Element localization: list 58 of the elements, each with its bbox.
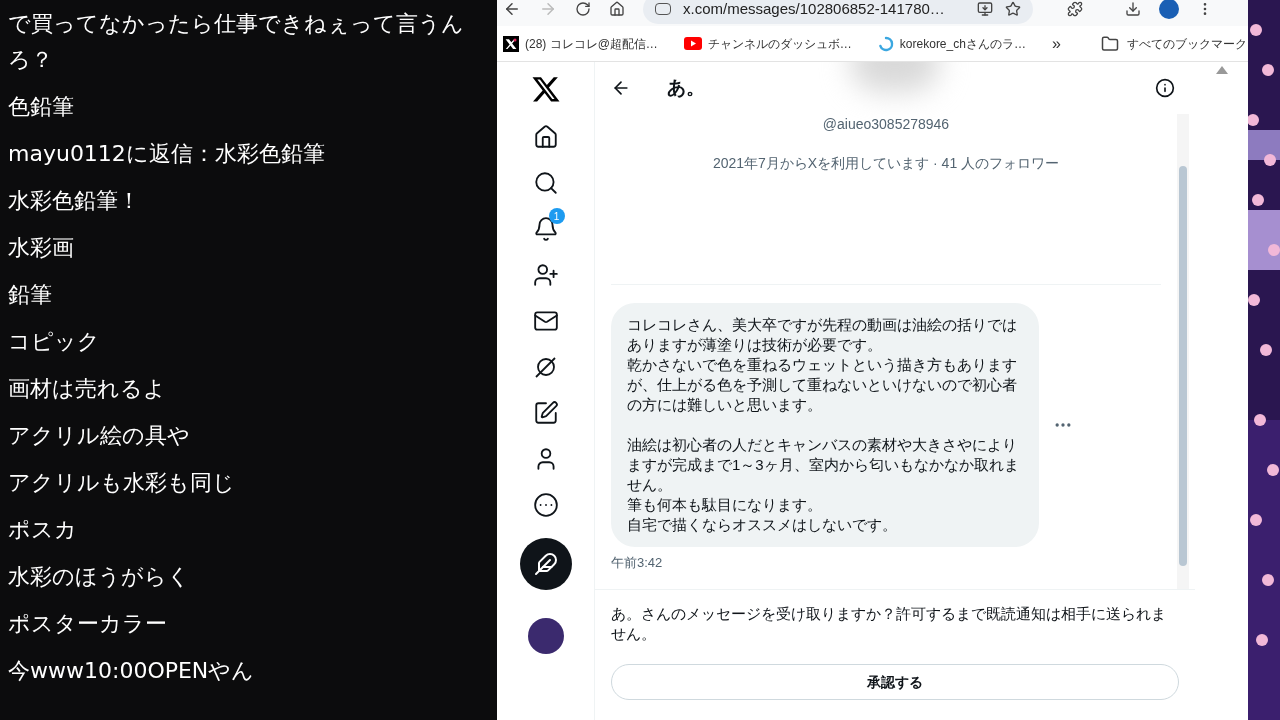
chat-comment: 画材は売れるよ [8,375,167,403]
feather-icon [533,552,558,576]
x-logo-icon [530,74,561,104]
chat-comment: で買ってなかったら仕事できねぇって言うん [8,10,465,38]
more-bookmarks-button[interactable]: » [1047,31,1065,56]
mail-icon[interactable] [532,308,559,334]
address-bar[interactable]: x.com/messages/102806852-141780… [643,0,1033,24]
extensions-icon[interactable] [1067,1,1083,17]
play-logo-icon [683,37,702,50]
install-icon[interactable] [977,1,993,17]
chat-comment: ろ？ [8,46,54,74]
conversation-title: あ。 [667,75,705,100]
chat-comment: 今www10:00OPENやん [8,657,256,685]
profile-summary: 2021年7月からXを利用しています · 41 人のフォロワー [711,154,1061,173]
chat-comment: 水彩色鉛筆！ [8,187,141,215]
chat-comment: コピック [8,328,101,356]
note-pen-icon[interactable] [532,400,559,426]
chat-comment: 色鉛筆 [8,93,75,121]
bookmark-link[interactable]: チャンネルのダッシュボ… [679,34,856,53]
folder-icon [1100,34,1119,53]
home-icon[interactable] [532,124,559,150]
chat-comment: mayu0112に返信：水彩色鉛筆 [8,140,326,168]
back-icon[interactable] [503,0,521,18]
message-text: 自宅で描くならオススメはしないです。 [627,515,898,535]
scroll-up-icon[interactable] [1215,66,1228,74]
chat-comment: 水彩のほうがらく [8,563,191,591]
ring-logo-icon [877,35,894,52]
home-icon[interactable] [609,1,625,17]
bookmark-link[interactable]: (28) コレコレ@超配信… [499,34,662,53]
profile-avatar[interactable] [1159,0,1179,19]
site-info-icon[interactable] [655,3,671,15]
compose-button[interactable] [519,538,572,590]
message-request-text: あ。さんのメッセージを受け取りますか？許可するまで既読通知は相手に送られません。 [611,604,1167,644]
message-text: コレコレさん、美大卒ですが先程の動画は油絵の括りではありますが薄塗りは技術が必要です。 [627,315,1018,355]
bookmark-link[interactable]: korekore_chさんのラ… [873,34,1030,53]
info-icon[interactable] [1155,78,1175,98]
chat-comment: ポスターカラー [8,610,168,638]
message-time: 午前3:42 [611,554,664,572]
chat-comment: アクリルも水彩も同じ [8,469,236,497]
message-text: 筆も何本も駄目になります。 [627,495,823,515]
x-logo-icon [503,35,519,52]
notification-badge: 1 [548,208,565,224]
star-icon[interactable] [1005,1,1021,17]
search-icon[interactable] [532,170,559,196]
message-text: 油絵は初心者の人だとキャンバスの素材や大きさやによりますが完成まで1～3ヶ月、室内から匂いもなかなか取れません。 [627,435,1020,495]
message-text: 乾かさないで色を重ねるウェットという描き方もありますが、仕上がる色を予測して重ねないといけないので初心者の方には難しいと思います。 [627,355,1018,415]
user-plus-icon[interactable] [532,262,559,288]
chat-comment: ポスカ [8,516,78,544]
more-icon[interactable] [532,492,559,518]
download-icon[interactable] [1125,1,1141,17]
user-avatar[interactable] [527,618,564,654]
reload-icon[interactable] [575,1,591,17]
chat-comment: 水彩画 [8,234,75,262]
all-bookmarks-link[interactable]: すべてのブックマーク [1100,34,1247,53]
user-handle: @aiueo3085278946 [821,115,951,134]
chat-comment: アクリル絵の具や [8,422,191,450]
chat-comment: 鉛筆 [8,281,53,309]
url-text: x.com/messages/102806852-141780… [683,0,946,19]
